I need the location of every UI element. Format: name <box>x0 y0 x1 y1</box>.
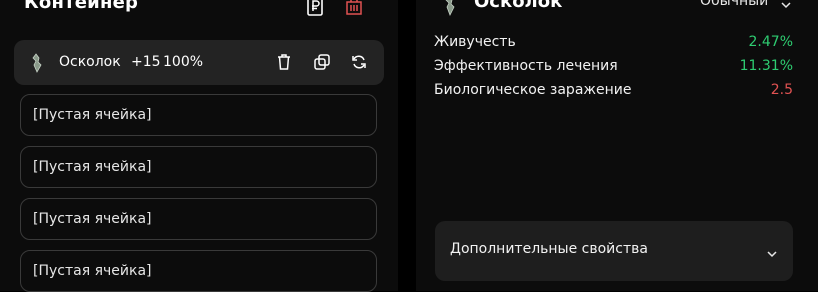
item-title: Осколок <box>474 0 563 12</box>
extra-properties-label: Дополнительные свойства <box>450 241 648 257</box>
stat-value: 11.31% <box>739 58 793 74</box>
rarity-select[interactable]: Обычный <box>700 0 768 9</box>
copy-icon[interactable] <box>313 53 331 71</box>
extra-properties-toggle[interactable]: Дополнительные свойства <box>435 221 793 281</box>
chevron-down-icon[interactable] <box>780 0 792 9</box>
item-level: +15 <box>131 54 161 70</box>
chevron-down-icon[interactable] <box>766 245 778 258</box>
delete-all-icon[interactable] <box>345 0 363 15</box>
trash-icon[interactable] <box>276 53 294 71</box>
empty-slot[interactable]: [Пустая ячейка] <box>20 146 377 188</box>
stat-label: Эффективность лечения <box>434 58 618 74</box>
stat-label: Биологическое заражение <box>434 82 632 98</box>
empty-slot[interactable]: [Пустая ячейка] <box>20 198 377 240</box>
shard-icon <box>30 53 44 73</box>
container-title: Контейнер <box>24 0 139 13</box>
stat-value: 2.47% <box>748 34 793 50</box>
container-item[interactable]: Осколок +15 100% <box>14 40 384 85</box>
shard-icon <box>442 0 458 16</box>
empty-slot[interactable]: [Пустая ячейка] <box>20 94 377 136</box>
stat-label: Живучесть <box>434 34 516 50</box>
details-panel: Осколок Обычный Живучесть 2.47% Эффектив… <box>416 0 818 291</box>
ruble-icon[interactable] <box>306 0 324 16</box>
stat-value: 2.5 <box>770 82 793 98</box>
item-percent: 100% <box>163 54 204 70</box>
container-panel: Контейнер Осколок +15 100% [Пустая ячейк… <box>0 0 398 292</box>
empty-slot[interactable]: [Пустая ячейка] <box>20 250 377 292</box>
item-name: Осколок <box>59 54 121 70</box>
refresh-icon[interactable] <box>350 53 368 71</box>
